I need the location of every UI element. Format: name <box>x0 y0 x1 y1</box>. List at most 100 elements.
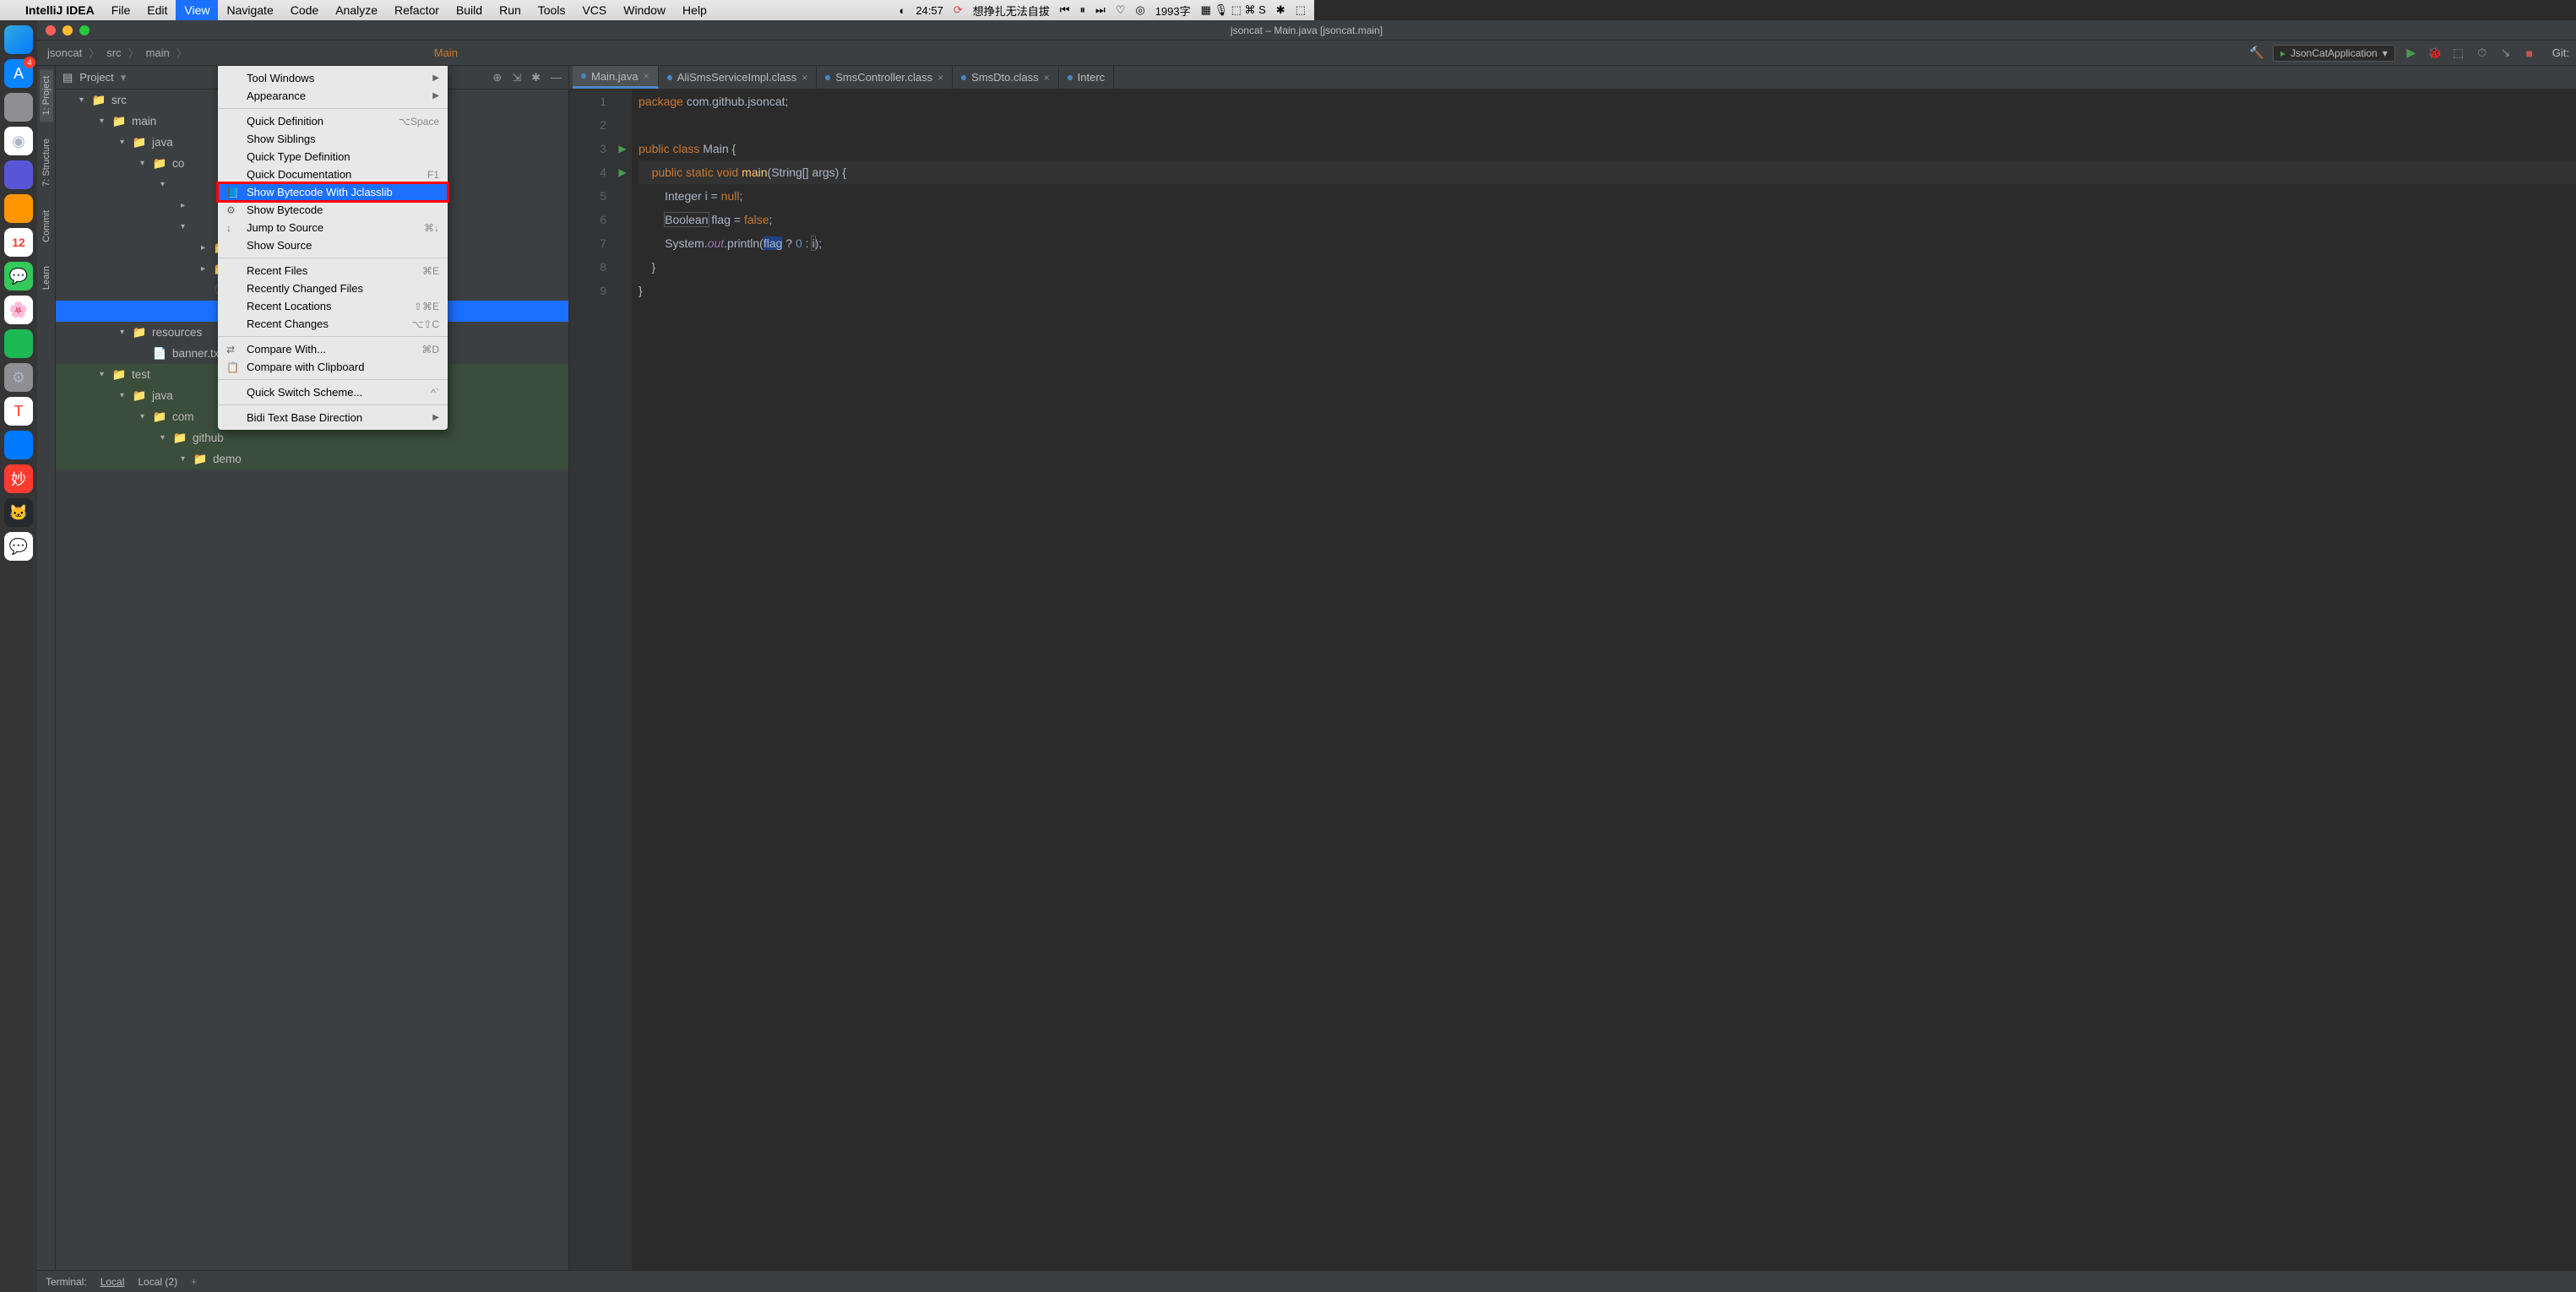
close-icon[interactable]: × <box>644 70 649 82</box>
dock-messages-icon[interactable]: 💬 <box>4 262 33 290</box>
expand-icon[interactable]: ⇲ <box>512 71 521 84</box>
dock-photos-icon[interactable]: 🌸 <box>4 296 33 324</box>
menu-item-quick-switch-scheme-[interactable]: Quick Switch Scheme...^` <box>218 383 448 401</box>
crumb-0[interactable]: jsoncat <box>44 46 85 59</box>
dock-wechat-icon[interactable]: 💬 <box>4 532 33 561</box>
dock-launchpad-icon[interactable] <box>4 93 33 122</box>
menu-item-compare-with-[interactable]: ⇄Compare With...⌘D <box>218 340 448 358</box>
dock-calendar-icon[interactable]: 12 <box>4 228 33 257</box>
editor-tab[interactable]: Main.java× <box>573 66 659 89</box>
chevron-down-icon[interactable]: ▾ <box>121 71 127 84</box>
debug-icon[interactable]: 🐞 <box>2427 46 2443 61</box>
build-icon[interactable]: 🔨 <box>2249 46 2264 61</box>
menu-item-quick-documentation[interactable]: Quick DocumentationF1 <box>218 166 448 183</box>
menu-build[interactable]: Build <box>448 0 491 20</box>
tab-project[interactable]: 1: Project <box>40 69 53 122</box>
tree-row[interactable]: ▾📁demo <box>56 448 568 470</box>
close-icon[interactable]: × <box>802 72 807 84</box>
dock-settings-icon[interactable]: ⚙ <box>4 363 33 392</box>
menu-item-tool-windows[interactable]: Tool Windows▶ <box>218 69 448 87</box>
crumb-1[interactable]: src <box>103 46 124 59</box>
dock-app2-icon[interactable] <box>4 431 33 459</box>
terminal-tab-1[interactable]: Local (2) <box>138 1276 177 1288</box>
menu-file[interactable]: File <box>103 0 139 20</box>
dock-github-icon[interactable]: 🐱 <box>4 498 33 527</box>
menu-vcs[interactable]: VCS <box>573 0 615 20</box>
editor-tab[interactable]: AliSmsServiceImpl.class× <box>659 66 818 89</box>
run-config-selector[interactable]: ▸ JsonCatApplication ▾ <box>2273 45 2395 62</box>
dock-finder-icon[interactable] <box>4 25 33 54</box>
run-gutter-icon[interactable]: ▶ <box>613 137 632 160</box>
menu-run[interactable]: Run <box>491 0 530 20</box>
attach-icon[interactable]: ↘ <box>2498 46 2514 61</box>
profile-icon[interactable]: ⏱ <box>2475 46 2490 61</box>
menu-item-show-source[interactable]: Show Source <box>218 236 448 254</box>
project-dropdown-icon[interactable]: ▤ <box>62 71 73 84</box>
tree-row[interactable]: ▾📁github <box>56 427 568 448</box>
bluetooth-icon[interactable]: ✱ <box>1276 3 1285 17</box>
app-name[interactable]: IntelliJ IDEA <box>17 3 103 17</box>
minimize-icon[interactable]: — <box>551 71 562 84</box>
dock-textedit-icon[interactable]: T <box>4 397 33 426</box>
dock-chrome-icon[interactable]: ◉ <box>4 127 33 155</box>
menu-item-appearance[interactable]: Appearance▶ <box>218 87 448 105</box>
media-next-icon[interactable]: ⏭ <box>1095 3 1106 17</box>
editor-tab[interactable]: Interc <box>1059 66 1115 89</box>
dock-app-icon[interactable] <box>4 194 33 223</box>
editor-code[interactable]: package com.github.jsoncat; public class… <box>632 90 2576 1270</box>
breadcrumbs[interactable]: jsoncat〉 src〉 main〉 Main <box>44 45 461 61</box>
add-tab-icon[interactable]: + <box>191 1276 197 1288</box>
menu-item-recently-changed-files[interactable]: Recently Changed Files <box>218 280 448 297</box>
run-icon[interactable]: ▶ <box>2404 46 2419 61</box>
stop-icon[interactable]: ■ <box>2522 46 2537 61</box>
window-minimize-icon[interactable] <box>62 25 73 35</box>
editor-tab[interactable]: SmsDto.class× <box>953 66 1058 89</box>
terminal-label[interactable]: Terminal: <box>46 1276 87 1288</box>
media-prev-icon[interactable]: ⏮ <box>1060 3 1070 17</box>
menu-item-bidi-text-base-direction[interactable]: Bidi Text Base Direction▶ <box>218 409 448 426</box>
menu-analyze[interactable]: Analyze <box>327 0 386 20</box>
menu-item-quick-definition[interactable]: Quick Definition⌥Space <box>218 112 448 130</box>
menu-edit[interactable]: Edit <box>139 0 176 20</box>
git-label[interactable]: Git: <box>2552 46 2569 59</box>
tab-commit[interactable]: Commit <box>40 204 53 249</box>
window-close-icon[interactable] <box>46 25 56 35</box>
close-icon[interactable]: × <box>1044 72 1050 84</box>
tab-learn[interactable]: Learn <box>40 259 53 296</box>
menu-item-compare-with-clipboard[interactable]: 📋Compare with Clipboard <box>218 358 448 376</box>
crumb-3[interactable]: Main <box>431 46 461 59</box>
close-icon[interactable]: × <box>937 72 943 84</box>
media-pause-icon[interactable]: ⏸ <box>1079 3 1085 17</box>
menu-item-recent-changes[interactable]: Recent Changes⌥⇧C <box>218 315 448 333</box>
menu-item-show-siblings[interactable]: Show Siblings <box>218 130 448 148</box>
editor-tab[interactable]: SmsController.class× <box>817 66 953 89</box>
menu-help[interactable]: Help <box>674 0 715 20</box>
menu-window[interactable]: Window <box>615 0 674 20</box>
menu-item-recent-files[interactable]: Recent Files⌘E <box>218 262 448 280</box>
menu-item-quick-type-definition[interactable]: Quick Type Definition <box>218 148 448 166</box>
locate-icon[interactable]: ⊕ <box>492 71 502 84</box>
target-icon[interactable]: ◎ <box>1135 3 1144 17</box>
terminal-tab-0[interactable]: Local <box>101 1276 125 1288</box>
window-maximize-icon[interactable] <box>79 25 90 35</box>
dock-spotify-icon[interactable] <box>4 329 33 358</box>
menu-tools[interactable]: Tools <box>530 0 574 20</box>
dock-appstore-icon[interactable]: A4 <box>4 59 33 88</box>
tab-structure[interactable]: 7: Structure <box>40 132 53 193</box>
coverage-icon[interactable]: ⬚ <box>2451 46 2466 61</box>
heart-icon[interactable]: ♡ <box>1116 3 1126 17</box>
crumb-2[interactable]: main <box>143 46 173 59</box>
gear-icon[interactable]: ✱ <box>531 71 541 84</box>
input-method[interactable]: 1993字 <box>1155 3 1191 19</box>
menu-item-recent-locations[interactable]: Recent Locations⇧⌘E <box>218 297 448 315</box>
menu-item-show-bytecode-with-jclasslib[interactable]: 📘Show Bytecode With Jclasslib <box>218 183 448 201</box>
menu-item-jump-to-source[interactable]: ↓Jump to Source⌘↓ <box>218 219 448 236</box>
wifi-icon[interactable]: ⬚ <box>1296 3 1306 17</box>
menu-view[interactable]: View <box>176 0 218 20</box>
dock-downloads-icon[interactable] <box>4 160 33 189</box>
run-gutter-icon[interactable]: ▶ <box>613 160 632 184</box>
menu-item-show-bytecode[interactable]: ⚙Show Bytecode <box>218 201 448 219</box>
menu-code[interactable]: Code <box>282 0 327 20</box>
menu-refactor[interactable]: Refactor <box>386 0 448 20</box>
dock-app3-icon[interactable]: 妙 <box>4 464 33 493</box>
